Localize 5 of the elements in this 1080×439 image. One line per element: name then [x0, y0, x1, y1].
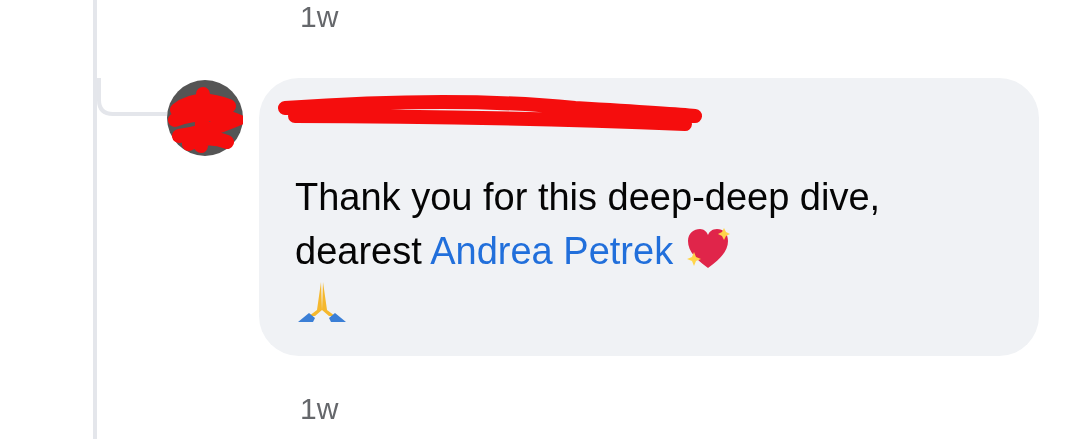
timestamp[interactable]: 1w: [300, 0, 339, 33]
timestamp[interactable]: 1w: [300, 392, 339, 425]
thread-connector: [97, 78, 167, 118]
mention-link[interactable]: Andrea Petrek: [430, 230, 674, 272]
comment-text: Thank you for this deep-deep dive, dearest Andrea Petrek: [295, 170, 915, 332]
